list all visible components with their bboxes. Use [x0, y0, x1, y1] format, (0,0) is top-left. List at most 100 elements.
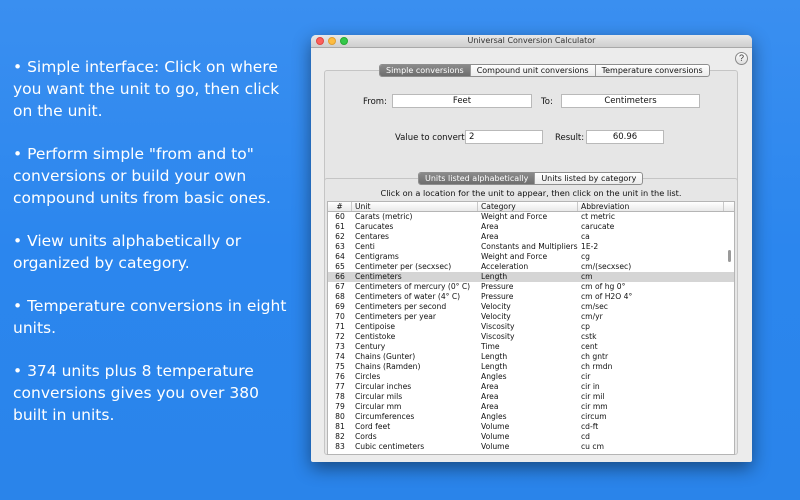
unit-abbreviation: circum [581, 412, 607, 421]
title-bar: Universal Conversion Calculator [311, 35, 752, 48]
unit-number: 69 [335, 302, 345, 311]
scrollbar-thumb[interactable] [728, 250, 731, 262]
table-row[interactable]: 76 Circles Angles cir [328, 372, 734, 382]
table-row[interactable]: 70 Centimeters per year Velocity cm/yr [328, 312, 734, 322]
unit-name: Circles [355, 372, 381, 381]
table-row[interactable]: 72 Centistoke Viscosity cstk [328, 332, 734, 342]
unit-abbreviation: cm/yr [581, 312, 603, 321]
unit-abbreviation: 1E-2 [581, 242, 599, 251]
unit-category: Area [481, 392, 499, 401]
table-row[interactable]: 78 Circular mils Area cir mil [328, 392, 734, 402]
table-row[interactable]: 82 Cords Volume cd [328, 432, 734, 442]
unit-abbreviation: cir mm [581, 402, 608, 411]
column-header-unit[interactable]: Unit [352, 202, 478, 211]
unit-number: 83 [335, 442, 345, 451]
table-row[interactable]: 66 Centimeters Length cm [328, 272, 734, 282]
tab-units-by-category[interactable]: Units listed by category [535, 173, 642, 184]
unit-number: 79 [335, 402, 345, 411]
unit-category: Velocity [481, 312, 511, 321]
table-row[interactable]: 83 Cubic centimeters Volume cu cm [328, 442, 734, 452]
unit-abbreviation: cd [581, 432, 590, 441]
mode-tabs: Simple conversions Compound unit convers… [379, 64, 710, 77]
table-row[interactable]: 68 Centimeters of water (4° C) Pressure cm … [328, 292, 734, 302]
to-field[interactable]: Centimeters [561, 94, 700, 108]
table-row[interactable]: 77 Circular inches Area cir in [328, 382, 734, 392]
unit-category: Length [481, 352, 508, 361]
unit-abbreviation: cp [581, 322, 590, 331]
unit-abbreviation: cm/sec [581, 302, 608, 311]
unit-name: Cubic centimeters [355, 442, 425, 451]
feature-item: • Simple interface: Click on where you w… [13, 58, 280, 120]
unit-abbreviation: cir in [581, 382, 600, 391]
list-view-tabs: Units listed alphabetically Units listed… [418, 172, 644, 185]
table-row[interactable]: 65 Centimeter per (secxsec) Acceleration cm… [328, 262, 734, 272]
table-row[interactable]: 62 Centares Area ca [328, 232, 734, 242]
to-label: To: [541, 97, 553, 107]
unit-category: Angles [481, 372, 507, 381]
unit-category: Area [481, 222, 499, 231]
table-row[interactable]: 67 Centimeters of mercury (0° C) Pressure c… [328, 282, 734, 292]
unit-abbreviation: ct metric [581, 212, 616, 221]
table-row[interactable]: 61 Carucates Area carucate [328, 222, 734, 232]
column-header-category[interactable]: Category [478, 202, 578, 211]
result-field: 60.96 [586, 130, 664, 144]
unit-abbreviation: ch gntr [581, 352, 609, 361]
tab-units-alphabetical[interactable]: Units listed alphabetically [419, 173, 536, 184]
unit-category: Weight and Force [481, 252, 548, 261]
table-row[interactable]: 81 Cord feet Volume cd-ft [328, 422, 734, 432]
unit-name: Circular mils [355, 392, 403, 401]
unit-list-panel: Units listed alphabetically Units listed… [324, 172, 738, 455]
table-row[interactable]: 74 Chains (Gunter) Length ch gntr [328, 352, 734, 362]
unit-category: Volume [481, 442, 510, 451]
unit-name: Cords [355, 432, 377, 441]
unit-name: Centares [355, 232, 390, 241]
unit-number: 75 [335, 362, 345, 371]
help-button[interactable]: ? [735, 52, 748, 65]
unit-number: 65 [335, 262, 345, 271]
unit-name: Centimeter per (secxsec) [355, 262, 452, 271]
table-row[interactable]: 75 Chains (Ramden) Length ch rmdn [328, 362, 734, 372]
unit-category: Volume [481, 422, 510, 431]
unit-category: Angles [481, 412, 507, 421]
table-row[interactable]: 64 Centigrams Weight and Force cg [328, 252, 734, 262]
feature-item: • Temperature conversions in eight units… [13, 297, 287, 337]
unit-number: 70 [335, 312, 345, 321]
unit-category: Viscosity [481, 332, 515, 341]
unit-abbreviation: ca [581, 232, 590, 241]
unit-abbreviation: cir [581, 372, 591, 381]
table-row[interactable]: 79 Circular mm Area cir mm [328, 402, 734, 412]
unit-name: Cord feet [355, 422, 391, 431]
table-row[interactable]: 71 Centipoise Viscosity cp [328, 322, 734, 332]
tab-compound-unit-conversions[interactable]: Compound unit conversions [471, 65, 596, 76]
unit-number: 76 [335, 372, 345, 381]
value-input[interactable]: 2 [465, 130, 543, 144]
unit-name: Circumferences [355, 412, 415, 421]
unit-category: Length [481, 362, 508, 371]
unit-category: Viscosity [481, 322, 515, 331]
tab-temperature-conversions[interactable]: Temperature conversions [596, 65, 709, 76]
table-row[interactable]: 63 Centi Constants and Multipliers 1E-2 [328, 242, 734, 252]
unit-number: 72 [335, 332, 345, 341]
unit-name: Chains (Gunter) [355, 352, 416, 361]
unit-category: Pressure [481, 282, 514, 291]
table-row[interactable]: 73 Century Time cent [328, 342, 734, 352]
unit-number: 63 [335, 242, 345, 251]
column-header-number[interactable]: # [328, 202, 352, 211]
value-label: Value to convert: [395, 133, 468, 143]
unit-number: 82 [335, 432, 345, 441]
unit-category: Area [481, 232, 499, 241]
result-label: Result: [555, 133, 585, 143]
column-header-abbreviation[interactable]: Abbreviation [578, 202, 724, 211]
unit-abbreviation: cg [581, 252, 590, 261]
tab-simple-conversions[interactable]: Simple conversions [380, 65, 471, 76]
from-field[interactable]: Feet [392, 94, 532, 108]
unit-category: Volume [481, 432, 510, 441]
unit-number: 66 [335, 272, 345, 281]
table-row[interactable]: 80 Circumferences Angles circum [328, 412, 734, 422]
table-row[interactable]: 60 Carats (metric) Weight and Force ct metr… [328, 212, 734, 222]
unit-abbreviation: cd-ft [581, 422, 599, 431]
table-row[interactable]: 69 Centimeters per second Velocity cm/sec [328, 302, 734, 312]
feature-item: • View units alphabetically or organized… [13, 232, 242, 272]
unit-name: Centipoise [355, 322, 396, 331]
unit-name: Circular inches [355, 382, 412, 391]
